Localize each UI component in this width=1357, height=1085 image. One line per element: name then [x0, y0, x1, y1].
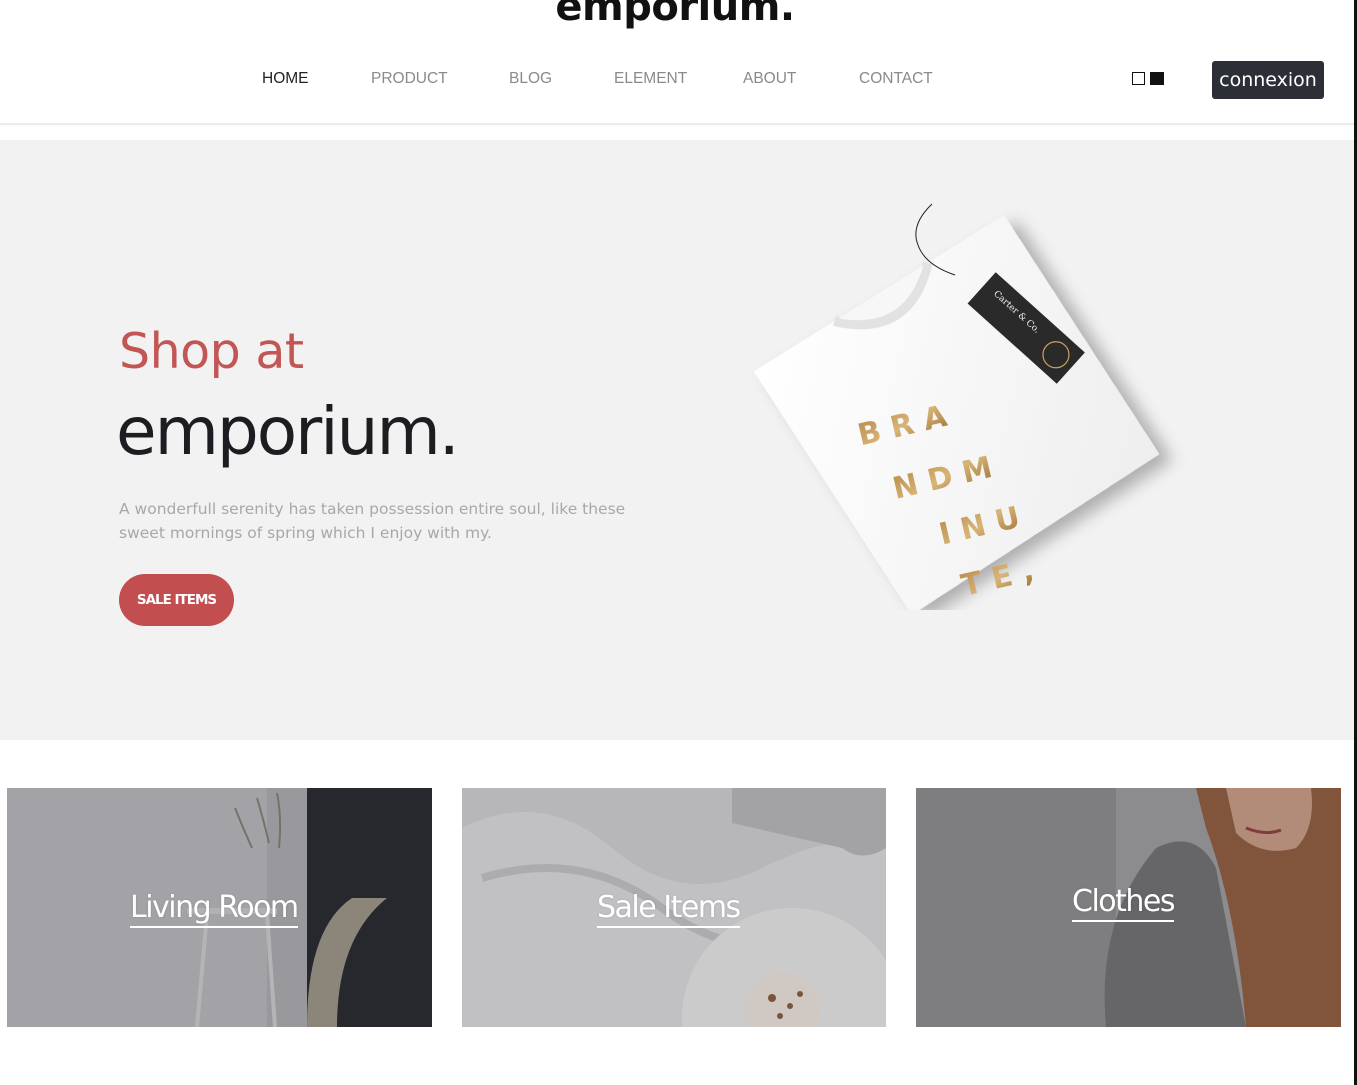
nav-element[interactable]: ELEMENT: [614, 70, 687, 88]
category-card-sale-items[interactable]: Sale Items: [462, 788, 886, 1027]
nav-about[interactable]: ABOUT: [743, 70, 796, 88]
nav-product[interactable]: PRODUCT: [371, 70, 448, 88]
sale-items-button[interactable]: SALE ITEMS: [119, 574, 234, 626]
site-logo[interactable]: emporium.: [0, 0, 1350, 30]
hero-pretitle: Shop at: [119, 323, 304, 380]
nav-home[interactable]: HOME: [262, 70, 309, 88]
category-card-living-room[interactable]: Living Room: [7, 788, 432, 1027]
category-cards: Living Room Sale Items Clothes: [0, 788, 1357, 1028]
category-card-clothes[interactable]: Clothes: [916, 788, 1341, 1027]
category-label-clothes[interactable]: Clothes: [1072, 884, 1176, 922]
login-button[interactable]: connexion: [1212, 61, 1324, 99]
nav-blog[interactable]: BLOG: [509, 70, 552, 88]
category-label-sale-items[interactable]: Sale Items: [597, 890, 741, 928]
dark-theme-square-icon[interactable]: [1150, 72, 1164, 85]
hero-section: Shop at emporium. A wonderfull serenity …: [0, 140, 1357, 740]
nav-contact[interactable]: CONTACT: [859, 70, 933, 88]
hero-title: emporium.: [116, 393, 460, 470]
site-header: emporium. HOME PRODUCT BLOG ELEMENT ABOU…: [0, 0, 1357, 125]
folded-tshirt-image: B R A N D M I N U T E , Carter & Co.: [700, 170, 1220, 615]
hero-description: A wonderfull serenity has taken possessi…: [119, 500, 626, 542]
light-theme-square-icon[interactable]: [1132, 72, 1145, 85]
category-label-living-room[interactable]: Living Room: [130, 890, 299, 928]
